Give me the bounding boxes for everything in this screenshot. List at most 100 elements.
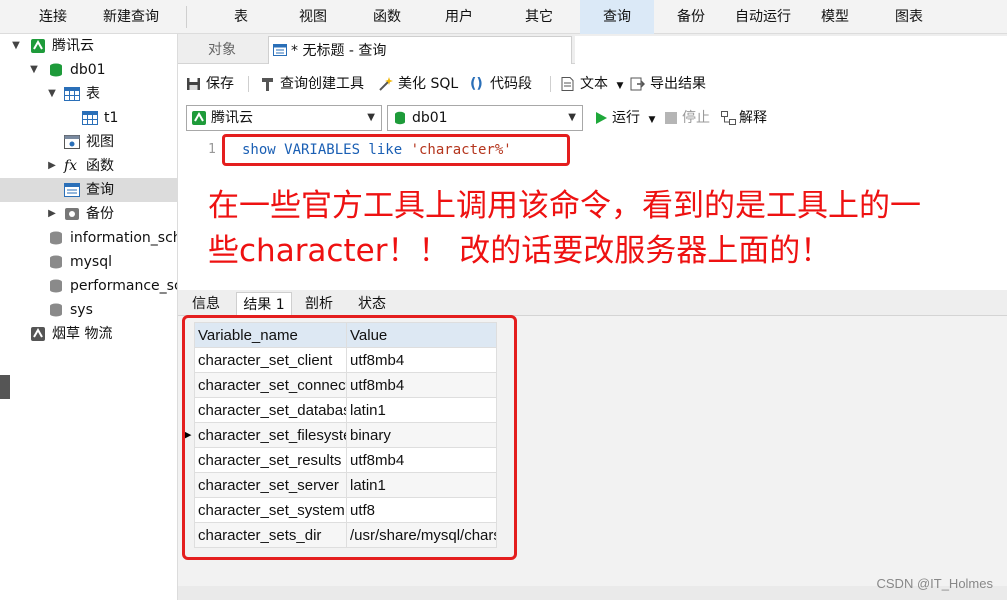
tree-item-queries[interactable]: 查询: [0, 178, 177, 202]
menu-table[interactable]: 表: [206, 0, 276, 34]
table-row[interactable]: character_set_database latin1: [194, 397, 497, 423]
chevron-down-icon[interactable]: ▼: [367, 106, 375, 130]
chevron-right-icon[interactable]: ▶: [46, 154, 58, 178]
column-header-variable-name[interactable]: Variable_name: [194, 322, 347, 348]
explain-button[interactable]: 解释: [721, 108, 767, 128]
text-mode-button[interactable]: 文本 ▼: [560, 74, 623, 94]
cell-variable-name[interactable]: character_set_system: [194, 497, 347, 523]
save-button[interactable]: 保存: [186, 74, 234, 94]
menu-model[interactable]: 模型: [800, 0, 870, 34]
table-row[interactable]: character_set_server latin1: [194, 472, 497, 498]
code-snippet-label: 代码段: [490, 76, 532, 92]
cell-variable-name[interactable]: character_set_connection: [194, 372, 347, 398]
database-select[interactable]: db01 ▼: [387, 105, 583, 131]
connection-select-value: 腾讯云: [211, 110, 253, 126]
chevron-down-icon[interactable]: ▼: [648, 115, 655, 125]
run-button[interactable]: 运行 ▼: [594, 108, 655, 128]
database-icon: [395, 111, 405, 125]
connection-select[interactable]: 腾讯云 ▼: [186, 105, 382, 131]
cell-variable-name[interactable]: character_set_filesystem: [194, 422, 347, 448]
export-results-button[interactable]: 导出结果: [630, 74, 706, 94]
sql-editor[interactable]: 1 show VARIABLES like 'character%' 在一些官方…: [178, 134, 1007, 286]
code-snippet-button[interactable]: () 代码段: [470, 74, 532, 94]
chevron-right-icon[interactable]: ▶: [46, 202, 58, 226]
tab-profile[interactable]: 剖析: [294, 292, 344, 316]
tree-item-information-schema[interactable]: information_schema: [0, 226, 177, 250]
table-row[interactable]: character_set_results utf8mb4: [194, 447, 497, 473]
tree-item-t1[interactable]: t1: [0, 106, 177, 130]
tree-item-label: 查询: [86, 182, 114, 198]
cell-variable-name[interactable]: character_set_client: [194, 347, 347, 373]
chevron-down-icon[interactable]: ▼: [568, 106, 576, 130]
cell-variable-name[interactable]: character_set_database: [194, 397, 347, 423]
database-icon: [50, 279, 62, 293]
tab-objects[interactable]: 对象: [178, 36, 266, 64]
splitter-handle[interactable]: [0, 375, 10, 399]
beautify-sql-button[interactable]: 美化 SQL: [378, 74, 458, 94]
watermark: CSDN @IT_Holmes: [876, 576, 994, 591]
tree-item-tables[interactable]: ▼ 表: [0, 82, 177, 106]
table-row[interactable]: character_set_system utf8: [194, 497, 497, 523]
tree-item-backups[interactable]: ▶ 备份: [0, 202, 177, 226]
tab-status[interactable]: 状态: [346, 292, 398, 316]
chevron-down-icon[interactable]: ▼: [10, 34, 22, 58]
tree-item-connection-tencent[interactable]: ▼ 腾讯云: [0, 34, 177, 58]
table-row[interactable]: character_set_filesystembinary: [194, 422, 497, 448]
table-row[interactable]: character_sets_dir/usr/share/mysql/chars…: [194, 522, 497, 548]
cell-value[interactable]: latin1: [346, 472, 497, 498]
menu-separator: [186, 6, 187, 28]
table-row[interactable]: character_set_connectionutf8mb4: [194, 372, 497, 398]
chevron-down-icon[interactable]: ▼: [28, 58, 40, 82]
cell-variable-name[interactable]: character_set_server: [194, 472, 347, 498]
menu-bar: 连接 新建查询 表 视图 函数 用户 其它 查询 备份 自动运行 模型 图表: [0, 0, 1007, 34]
tree-item-views[interactable]: 视图: [0, 130, 177, 154]
tree-item-sys[interactable]: sys: [0, 298, 177, 322]
annotation-line-2: 些character！！ 改的话要改服务器上面的！: [208, 233, 832, 269]
menu-other[interactable]: 其它: [504, 0, 574, 34]
cell-variable-name[interactable]: character_sets_dir: [194, 522, 347, 548]
menu-chart[interactable]: 图表: [874, 0, 944, 34]
explain-label: 解释: [739, 110, 767, 126]
stop-button[interactable]: 停止: [664, 108, 710, 128]
menu-view[interactable]: 视图: [278, 0, 348, 34]
chevron-down-icon[interactable]: ▼: [616, 81, 623, 91]
tree-item-performance-schema[interactable]: performance_schema: [0, 274, 177, 298]
tree-item-db01[interactable]: ▼ db01: [0, 58, 177, 82]
cell-value[interactable]: binary: [346, 422, 497, 448]
menu-connect[interactable]: 连接: [18, 0, 88, 34]
menu-function[interactable]: 函数: [352, 0, 422, 34]
cell-value[interactable]: utf8mb4: [346, 447, 497, 473]
table-row[interactable]: character_set_client utf8mb4: [194, 347, 497, 373]
save-icon: [187, 78, 200, 90]
text-mode-label: 文本: [580, 76, 608, 92]
cell-value[interactable]: /usr/share/mysql/charsets/: [346, 522, 497, 548]
result-grid[interactable]: Variable_name Value character_set_client…: [194, 322, 497, 548]
menu-user[interactable]: 用户: [424, 0, 494, 34]
chevron-down-icon[interactable]: ▼: [46, 82, 58, 106]
column-header-value[interactable]: Value: [346, 322, 497, 348]
tree-item-connection-tobacco[interactable]: 烟草 物流: [0, 322, 177, 346]
hammer-icon: [262, 78, 273, 91]
cell-value[interactable]: utf8mb4: [346, 347, 497, 373]
tab-untitled-query[interactable]: * 无标题 - 查询: [268, 36, 572, 64]
tab-result-1[interactable]: 结果 1: [236, 292, 292, 316]
cell-value[interactable]: latin1: [346, 397, 497, 423]
magic-wand-icon: [379, 77, 393, 91]
tree-item-functions[interactable]: ▶ fx 函数: [0, 154, 177, 178]
beautify-sql-label: 美化 SQL: [398, 76, 459, 92]
play-icon: [596, 112, 607, 124]
query-builder-button[interactable]: 查询创建工具: [260, 74, 364, 94]
stop-icon: [665, 112, 677, 124]
menu-automation[interactable]: 自动运行: [728, 0, 798, 34]
cell-value[interactable]: utf8mb4: [346, 372, 497, 398]
menu-backup[interactable]: 备份: [656, 0, 726, 34]
database-select-value: db01: [412, 110, 448, 126]
tab-info[interactable]: 信息: [180, 292, 232, 316]
tree-item-mysql[interactable]: mysql: [0, 250, 177, 274]
menu-query[interactable]: 查询: [580, 0, 654, 34]
cell-value[interactable]: utf8: [346, 497, 497, 523]
tree-item-label: 烟草 物流: [52, 326, 113, 342]
cell-variable-name[interactable]: character_set_results: [194, 447, 347, 473]
menu-new-query[interactable]: 新建查询: [92, 0, 170, 34]
annotation-note: 在一些官方工具上调用该命令，看到的是工具上的一 些character！！ 改的话…: [208, 184, 998, 274]
